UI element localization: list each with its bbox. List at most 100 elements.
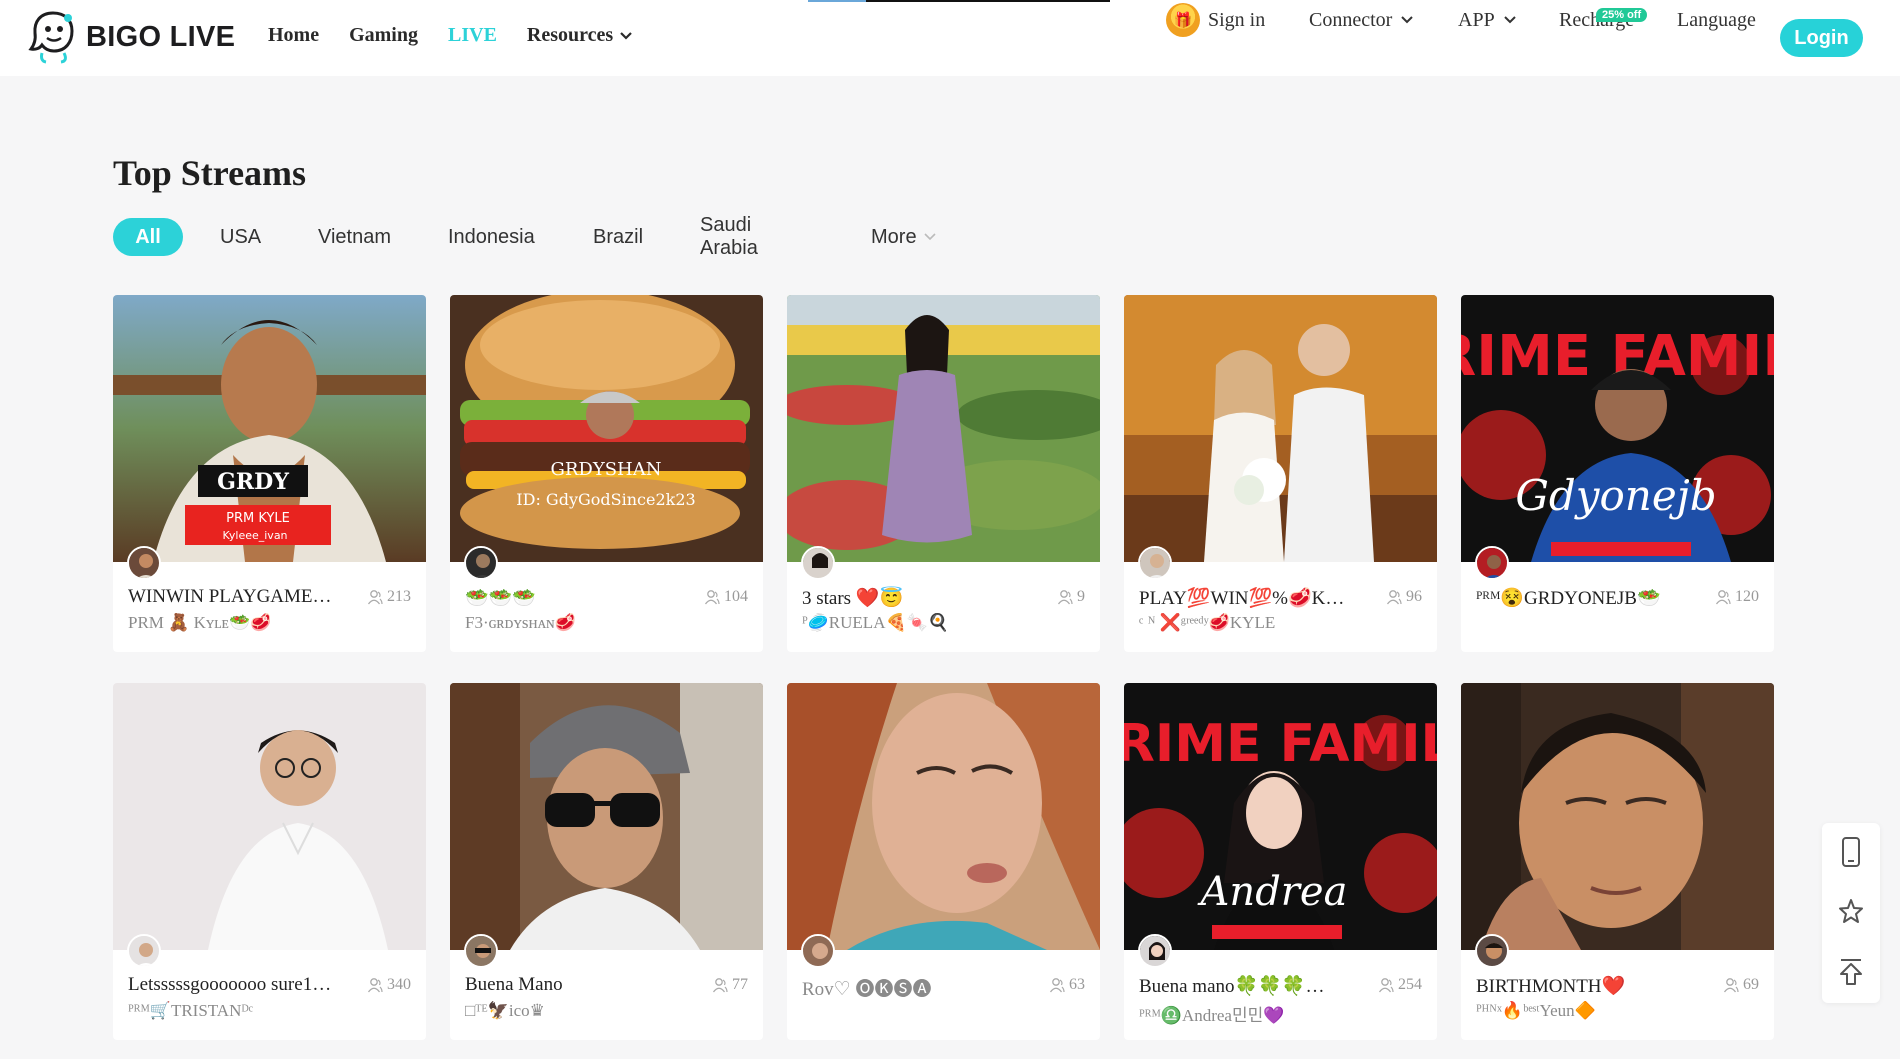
thumbnail-overlay-name: PRIME FAMILY <box>1124 714 1437 774</box>
viewer-count: 77 <box>712 976 748 994</box>
viewer-count: 254 <box>1378 976 1422 994</box>
nav-resources-label: Resources <box>526 24 614 46</box>
gift-icon: 🎁 <box>1166 3 1200 37</box>
stream-title: Buena mano🍀🍀🍀… <box>1139 976 1325 997</box>
stream-thumbnail <box>787 295 1100 562</box>
stream-thumbnail <box>787 683 1100 950</box>
viewer-count: 104 <box>704 588 748 606</box>
chevron-down-icon <box>1503 16 1516 24</box>
stream-card[interactable]: Rov♡ 🅞🅚🅢🅐 63 <box>787 683 1100 1040</box>
streamer-avatar <box>127 934 161 968</box>
streamer-avatar <box>464 546 498 580</box>
svg-text:GRDY: GRDY <box>217 469 289 495</box>
stream-subtitle: PRM 🧸 Kʏʟᴇ🥗🥩 <box>128 613 272 632</box>
page-title: Top Streams <box>113 153 307 193</box>
viewer-count: 63 <box>1049 976 1085 994</box>
tab-brazil[interactable]: Brazil <box>593 218 643 256</box>
login-button[interactable]: Login <box>1780 19 1863 57</box>
viewer-count-value: 340 <box>387 976 411 993</box>
stream-subtitle: □ᵀᴱ🦅ico♛ <box>465 1001 545 1020</box>
stream-title: 3 stars ❤️😇 <box>802 588 904 609</box>
stream-card[interactable]: PRIME FAMILY Gdyonejb ᴾᴿᴹ😵GRDYONEJB🥗 120 <box>1461 295 1774 652</box>
app-menu[interactable]: APP <box>1458 0 1517 40</box>
stream-title: Buena Mano <box>465 974 563 995</box>
streamer-avatar <box>1475 934 1509 968</box>
connector-menu[interactable]: Connector <box>1309 0 1414 40</box>
viewer-count-value: 254 <box>1398 976 1422 993</box>
stream-thumbnail <box>450 683 763 950</box>
viewer-count-value: 9 <box>1077 588 1085 605</box>
stream-title: PLAY💯WIN💯%🥩K… <box>1139 588 1345 609</box>
floating-toolbar <box>1822 823 1880 1003</box>
viewers-icon <box>1386 590 1402 605</box>
language-menu[interactable]: Language <box>1677 0 1756 40</box>
viewers-icon <box>1049 978 1065 993</box>
viewer-count: 69 <box>1723 976 1759 994</box>
viewer-count: 9 <box>1057 588 1085 606</box>
viewer-count-value: 96 <box>1406 588 1422 605</box>
viewers-icon <box>1378 978 1394 993</box>
tab-saudi-arabia[interactable]: Saudi Arabia <box>700 214 758 259</box>
mobile-app-icon[interactable] <box>1838 837 1864 867</box>
viewers-icon <box>712 978 728 993</box>
stream-card[interactable]: GRDY PRM KYLE Kyleee_ivan WINWIN PLAYGAM… <box>113 295 426 652</box>
nav-resources[interactable]: Resources <box>527 24 633 47</box>
viewers-icon <box>1723 978 1739 993</box>
viewers-icon <box>367 590 383 605</box>
tab-usa[interactable]: USA <box>220 218 261 256</box>
chevron-down-icon <box>924 233 936 241</box>
viewer-count-value: 69 <box>1743 976 1759 993</box>
viewer-count: 340 <box>367 976 411 994</box>
tab-all[interactable]: All <box>113 218 183 256</box>
viewer-count: 213 <box>367 588 411 606</box>
top-header: BIGO LIVE Home Gaming LIVE Resources 🎁 S… <box>0 0 1900 76</box>
viewer-count-value: 63 <box>1069 976 1085 993</box>
star-favorite-icon[interactable] <box>1838 897 1864 927</box>
stream-subtitle: F3·ɢʀᴅʏsʜᴀɴ🥩 <box>465 613 576 632</box>
svg-text:Kyleee_ivan: Kyleee_ivan <box>222 529 287 542</box>
nav-live[interactable]: LIVE <box>448 24 497 47</box>
viewer-count: 120 <box>1715 588 1759 606</box>
viewer-count-value: 104 <box>724 588 748 605</box>
stream-card[interactable]: PLAY💯WIN💯%🥩K… 96 ᶜ ᴺ ❌ᵍʳᵉᵉᵈʸ🥩KYLE <box>1124 295 1437 652</box>
thumbnail-overlay-id: ID: GdyGodSince2k23 <box>516 490 695 509</box>
streamer-avatar <box>801 934 835 968</box>
back-to-top-icon[interactable] <box>1838 957 1864 987</box>
streamer-avatar <box>464 934 498 968</box>
tab-vietnam[interactable]: Vietnam <box>318 218 391 256</box>
stream-thumbnail: PRIME FAMILY Gdyonejb <box>1461 295 1774 562</box>
sign-in-link[interactable]: 🎁 Sign in <box>1166 0 1265 40</box>
loading-bar <box>808 0 1110 2</box>
discount-badge: 25% off <box>1596 8 1648 22</box>
stream-subtitle: ᶜ ᴺ ❌ᵍʳᵉᵉᵈʸ🥩KYLE <box>1139 613 1276 632</box>
stream-card[interactable]: 3 stars ❤️😇 9 ᴾ🥏RUELA🍕🍬🍳 <box>787 295 1100 652</box>
thumbnail-overlay-signature: Gdyonejb <box>1515 471 1716 520</box>
svg-text:PRM KYLE: PRM KYLE <box>226 511 290 526</box>
stream-card[interactable]: Buena Mano 77 □ᵀᴱ🦅ico♛ <box>450 683 763 1040</box>
streamer-avatar <box>801 546 835 580</box>
stream-card[interactable]: Letsssssgooooooo sure1… 340 ᴾᴿᴹ🛒TRISTANᴰ… <box>113 683 426 1040</box>
brand-logo[interactable]: BIGO LIVE <box>28 9 235 65</box>
viewers-icon <box>367 978 383 993</box>
language-label: Language <box>1677 8 1756 31</box>
thumbnail-overlay-name: GRDYSHAN <box>550 459 661 480</box>
streamer-avatar <box>127 546 161 580</box>
stream-card[interactable]: PRIME FAMILY Andrea Buena mano🍀🍀🍀… 254 ᴾ… <box>1124 683 1437 1040</box>
stream-card[interactable]: GRDYSHAN ID: GdyGodSince2k23 🥗🥗🥗 104 F3·… <box>450 295 763 652</box>
stream-title: ᴾᴿᴹ😵GRDYONEJB🥗 <box>1476 588 1661 609</box>
stream-card[interactable]: BIRTHMONTH❤️ 69 ᴾᴴᴺˣ🔥ᵇᵉˢᵗYeun🔶 <box>1461 683 1774 1040</box>
streamer-avatar <box>1138 546 1172 580</box>
stream-title: 🥗🥗🥗 <box>465 588 536 609</box>
tab-indonesia[interactable]: Indonesia <box>448 218 535 256</box>
sign-in-label: Sign in <box>1208 8 1266 31</box>
nav-gaming[interactable]: Gaming <box>349 24 418 47</box>
stream-subtitle: ᴾᴿᴹ🛒TRISTANᴰᶜ <box>128 1001 254 1020</box>
nav-home[interactable]: Home <box>268 24 319 47</box>
stream-thumbnail <box>1124 295 1437 562</box>
viewer-count: 96 <box>1386 588 1422 606</box>
stream-thumbnail <box>113 683 426 950</box>
bigo-mascot-icon <box>28 11 74 64</box>
tab-more[interactable]: More <box>871 218 937 256</box>
chevron-down-icon <box>620 31 632 40</box>
stream-subtitle: ᴾ🥏RUELA🍕🍬🍳 <box>802 613 949 632</box>
